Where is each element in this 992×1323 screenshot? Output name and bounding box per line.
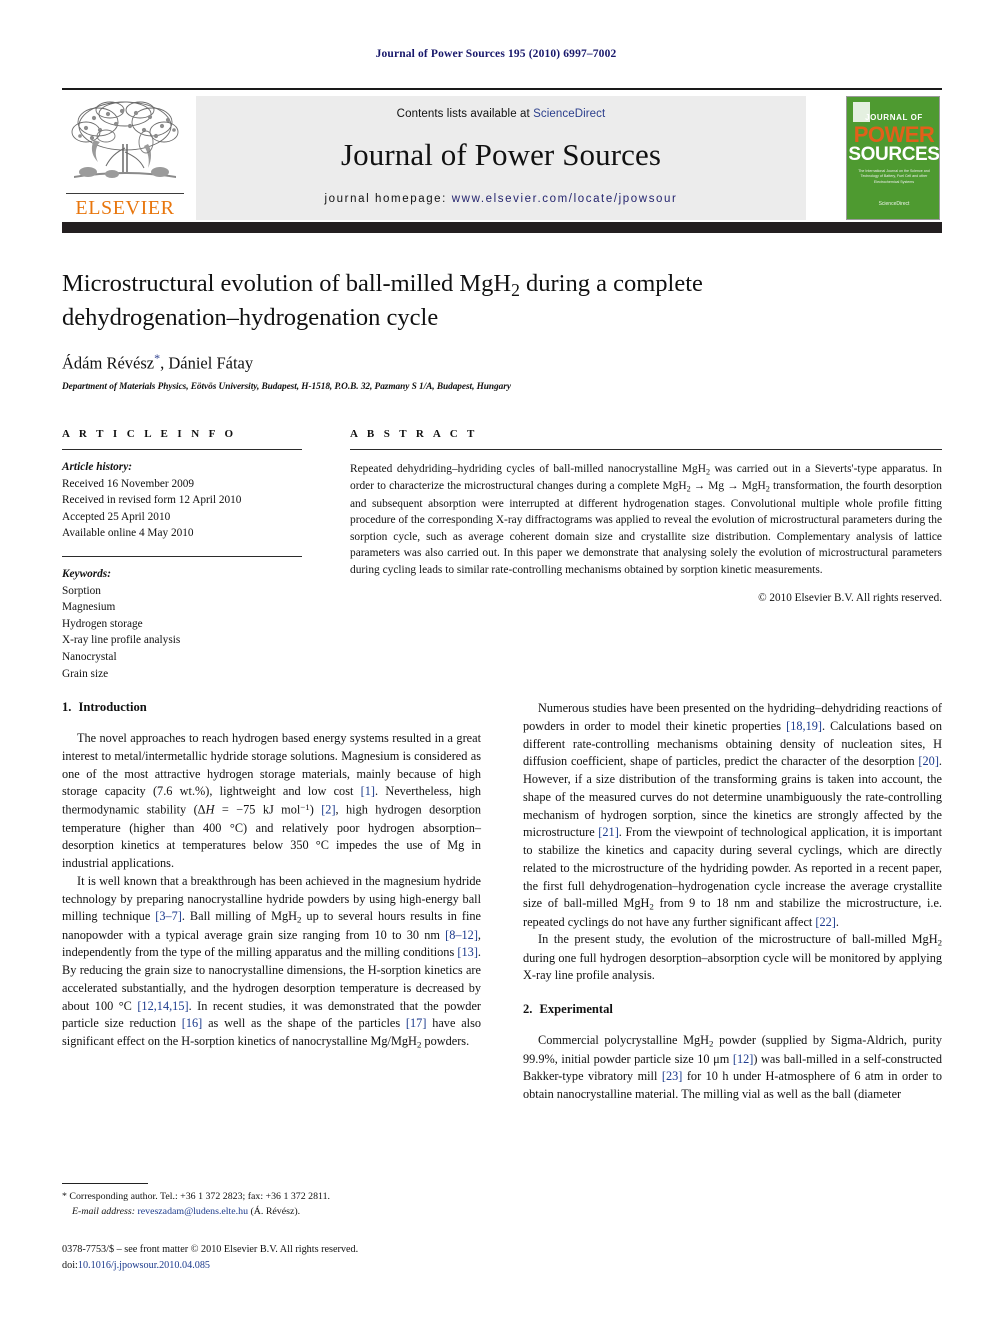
keyword-item: X-ray line profile analysis (62, 634, 181, 647)
cover-sciencedirect-text: ScienceDirect (878, 201, 910, 207)
sciencedirect-link[interactable]: ScienceDirect (533, 108, 605, 120)
info-abstract-region: A R T I C L E I N F O Article history: R… (62, 428, 942, 680)
doi-link[interactable]: 10.1016/j.jpowsour.2010.04.085 (78, 1260, 210, 1271)
abstract-heading: A B S T R A C T (350, 428, 478, 440)
footnote-text: * Corresponding author. Tel.: +36 1 372 … (62, 1190, 481, 1220)
body-column-right: Numerous studies have been presented on … (523, 700, 942, 1104)
abstract-column: A B S T R A C T Repeated dehydriding–hyd… (350, 428, 942, 604)
keyword-item: Nanocrystal (62, 650, 117, 663)
cover-sources-text: SOURCES (848, 144, 940, 165)
elsevier-logo: ELSEVIER (64, 96, 186, 220)
page-title: Microstructural evolution of ball-milled… (62, 268, 942, 335)
doi-label: doi: (62, 1259, 78, 1271)
author-list: Ádám Révész*, Dániel Fátay (62, 351, 942, 374)
article-info-heading: A R T I C L E I N F O (62, 428, 237, 440)
history-item: Accepted 25 April 2010 (62, 510, 171, 523)
title-line-2: dehydrogenation–hydrogenation cycle (62, 304, 439, 332)
masthead-dark-bar (62, 222, 942, 233)
journal-title: Journal of Power Sources (340, 137, 662, 172)
title-line-1: Microstructural evolution of ball-milled… (62, 270, 703, 300)
journal-homepage-line: journal homepage: www.elsevier.com/locat… (325, 193, 678, 205)
elsevier-tree-icon (71, 101, 179, 178)
keyword-item: Sorption (62, 584, 101, 597)
corresponding-author-footnote: * Corresponding author. Tel.: +36 1 372 … (62, 1183, 481, 1220)
footnote-rule (62, 1183, 148, 1184)
cover-journal-of-text: JOURNAL OF (865, 113, 923, 122)
doi-line: doi:10.1016/j.jpowsour.2010.04.085 (62, 1258, 562, 1274)
journal-article-page: Journal of Power Sources 195 (2010) 6997… (0, 0, 992, 1323)
experimental-paragraph-1: Commercial polycrystalline MgH2 powder (… (523, 1033, 942, 1102)
cover-blurb-text: The International Journal on the Science… (858, 169, 930, 184)
elsevier-logo-rule (66, 192, 184, 194)
keywords-label: Keywords: (62, 567, 111, 580)
title-block: Microstructural evolution of ball-milled… (62, 268, 942, 392)
contents-available-line: Contents lists available at ScienceDirec… (397, 108, 606, 120)
section-title: Introduction (78, 700, 147, 714)
journal-band: Contents lists available at ScienceDirec… (196, 96, 806, 220)
section-heading-introduction: 1. Introduction (62, 700, 481, 715)
intro-paragraph-1: The novel approaches to reach hydrogen b… (62, 731, 482, 871)
history-item: Received 16 November 2009 (62, 477, 195, 490)
journal-cover-thumbnail: JOURNAL OF POWER SOURCES The Internation… (846, 96, 940, 220)
intro-paragraph-4: In the present study, the evolution of t… (523, 932, 942, 983)
bottom-matter: 0378-7753/$ – see front matter © 2010 El… (62, 1242, 562, 1274)
section-number: 2. (523, 1002, 533, 1017)
article-history-group: Article history: Received 16 November 20… (62, 459, 302, 542)
abstract-copyright: © 2010 Elsevier B.V. All rights reserved… (758, 591, 942, 604)
author-primary: Ádám Révész (62, 353, 155, 373)
abstract-text: Repeated dehydriding–hydriding cycles of… (350, 463, 942, 577)
front-matter-line: 0378-7753/$ – see front matter © 2010 El… (62, 1244, 359, 1255)
journal-masthead: ELSEVIER Contents lists available at Sci… (62, 88, 942, 222)
keyword-item: Magnesium (62, 601, 116, 614)
history-item: Available online 4 May 2010 (62, 527, 194, 540)
intro-paragraph-3: Numerous studies have been presented on … (523, 701, 942, 929)
body-column-left: 1. Introduction The novel approaches to r… (62, 700, 481, 1052)
homepage-label: journal homepage: (324, 193, 452, 205)
email-label: E-mail address: (72, 1205, 135, 1217)
intro-paragraph-2: It is well known that a breakthrough has… (62, 873, 482, 1050)
author-secondary: , Dániel Fátay (160, 353, 254, 373)
article-info-rule-mid (62, 555, 302, 557)
keyword-item: Hydrogen storage (62, 617, 143, 630)
keyword-item: Grain size (62, 667, 109, 680)
body-columns: 1. Introduction The novel approaches to r… (62, 700, 942, 1260)
email-owner: (Á. Révész). (250, 1205, 301, 1217)
article-history-label: Article history: (62, 461, 132, 473)
keywords-group: Keywords: Sorption Magnesium Hydrogen st… (62, 566, 302, 682)
masthead-top-rule (62, 88, 942, 90)
homepage-url-link[interactable]: www.elsevier.com/locate/jpowsour (452, 193, 678, 205)
affiliation: Department of Materials Physics, Eötvös … (62, 382, 511, 393)
article-info-rule-top (62, 449, 302, 450)
section-number: 1. (62, 700, 72, 714)
footnote-line-2: E-mail address: reveszadam@ludens.elte.h… (62, 1205, 481, 1220)
abstract-rule (350, 449, 942, 450)
article-info-column: A R T I C L E I N F O Article history: R… (62, 428, 302, 682)
cover-power-text: POWER (853, 122, 935, 147)
contents-prefix: Contents lists available at (396, 108, 534, 120)
elsevier-wordmark: ELSEVIER (75, 197, 175, 219)
section-title: Experimental (539, 1002, 613, 1017)
email-link[interactable]: reveszadam@ludens.elte.hu (137, 1206, 248, 1217)
footnote-line-1: * Corresponding author. Tel.: +36 1 372 … (62, 1190, 481, 1205)
footnote-corresponding: Corresponding author. Tel.: +36 1 372 28… (66, 1191, 330, 1202)
section-heading-experimental: 2. Experimental (523, 1002, 942, 1017)
history-item: Received in revised form 12 April 2010 (62, 494, 242, 507)
running-head: Journal of Power Sources 195 (2010) 6997… (375, 48, 617, 60)
